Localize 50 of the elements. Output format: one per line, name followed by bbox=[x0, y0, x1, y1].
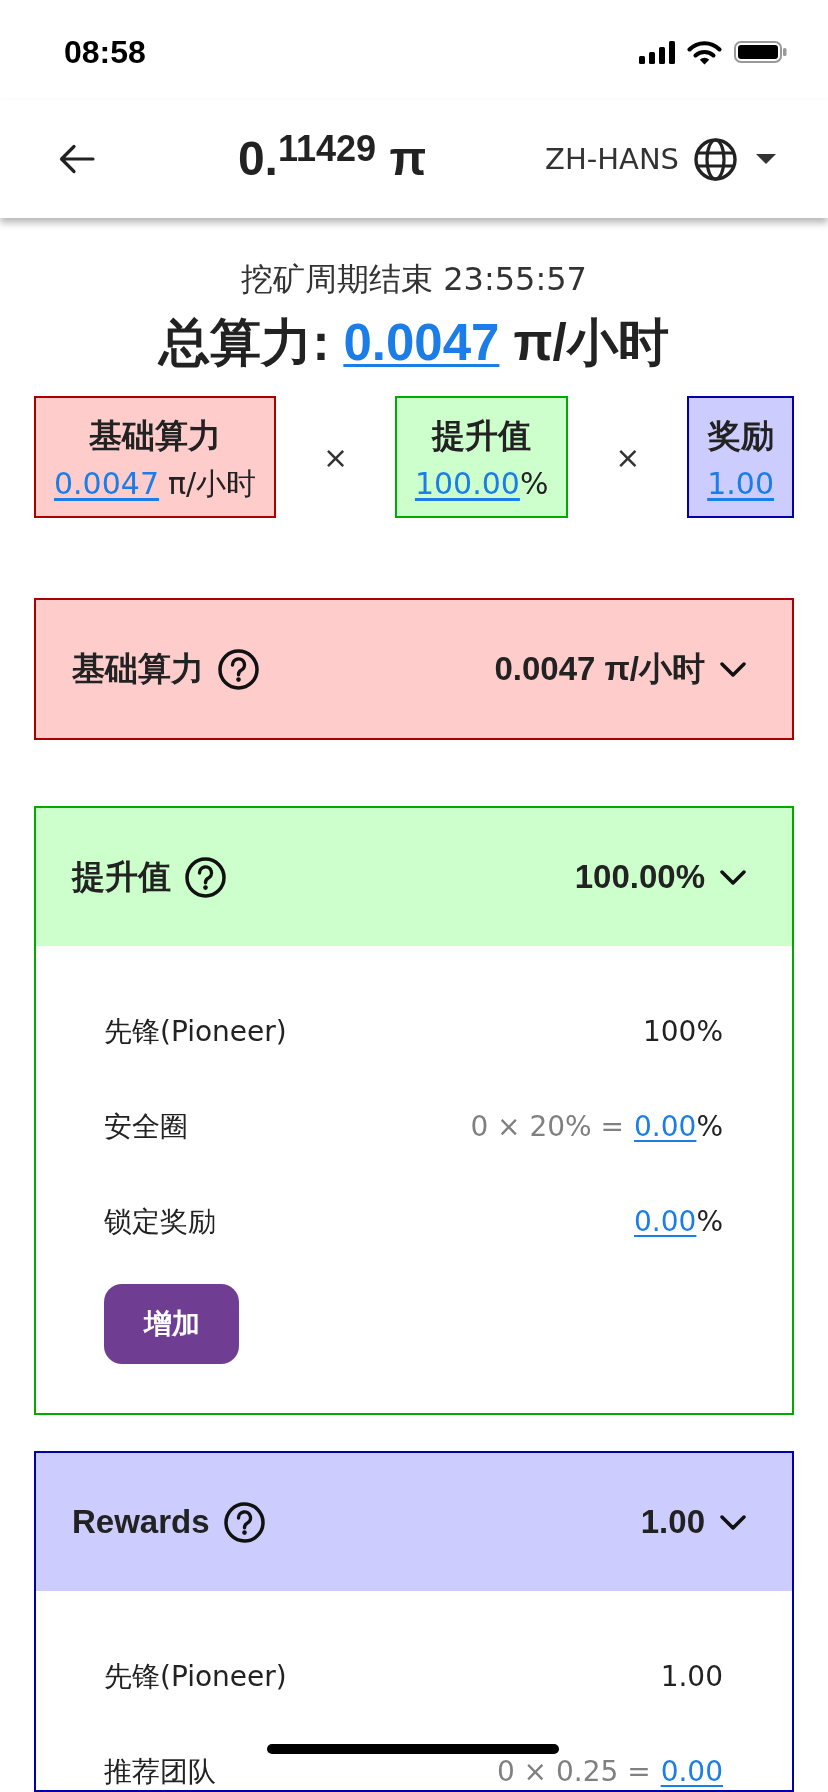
unit-text: π/小时 bbox=[513, 313, 669, 373]
wifi-icon bbox=[687, 39, 722, 65]
value-link[interactable]: 0.0047 bbox=[54, 466, 159, 501]
panel-value: 1.00 bbox=[640, 1502, 705, 1542]
panel-value: 100.00% bbox=[574, 857, 705, 897]
panel-title: Rewards bbox=[72, 1502, 210, 1542]
factor-label: 提升值 bbox=[430, 416, 533, 456]
row-label: 先锋(Pioneer) bbox=[104, 1661, 287, 1692]
language-selector[interactable]: ZH-HANS bbox=[545, 137, 776, 181]
add-button[interactable]: 增加 bbox=[104, 1284, 239, 1364]
factor-label: 奖励 bbox=[707, 416, 774, 456]
chevron-down-icon[interactable] bbox=[720, 869, 746, 885]
row-label: 先锋(Pioneer) bbox=[104, 1016, 287, 1047]
value-link[interactable]: 100.00 bbox=[414, 466, 520, 501]
unit-text: % bbox=[519, 466, 549, 501]
panel-value: 0.0047 π/小时 bbox=[494, 649, 705, 689]
caret-down-icon[interactable] bbox=[756, 154, 776, 164]
unit-text: % bbox=[696, 1205, 723, 1238]
formula-text: 0 × 0.25 = bbox=[496, 1755, 651, 1788]
multiply-sign: × bbox=[322, 439, 349, 475]
unit-text: % bbox=[696, 1110, 723, 1143]
row-label: 安全圈 bbox=[104, 1111, 188, 1142]
chevron-down-icon[interactable] bbox=[720, 661, 746, 677]
unit-text: π/小时 bbox=[168, 466, 257, 501]
help-icon[interactable] bbox=[223, 1501, 265, 1543]
row-value: 100% bbox=[642, 1015, 723, 1048]
row-label: 锁定奖励 bbox=[104, 1206, 216, 1237]
formula-text: 0 × 20% = bbox=[470, 1110, 625, 1143]
panel-title: 提升值 bbox=[72, 857, 171, 897]
signal-icon bbox=[639, 40, 675, 64]
factor-label: 基础算力 bbox=[88, 416, 223, 456]
value-link[interactable]: 0.00 bbox=[634, 1110, 697, 1143]
globe-icon bbox=[694, 137, 737, 181]
total-value-link[interactable]: 0.0047 bbox=[343, 313, 500, 373]
balance-text: 0.$^{11429}$ π bbox=[237, 129, 427, 187]
row-value: 1.00 bbox=[660, 1660, 723, 1693]
countdown-text: 挖矿周期结束 23:55:57 bbox=[240, 259, 588, 299]
row-label: 推荐团队 bbox=[104, 1756, 216, 1787]
help-icon[interactable] bbox=[218, 648, 259, 690]
value-link[interactable]: 1.00 bbox=[707, 466, 774, 501]
battery-icon bbox=[734, 41, 787, 63]
status-time: 08:58 bbox=[64, 33, 146, 71]
value-link[interactable]: 0.00 bbox=[660, 1755, 723, 1788]
multiply-sign: × bbox=[615, 439, 641, 475]
help-icon[interactable] bbox=[185, 856, 226, 898]
panel-title: 基础算力 bbox=[72, 649, 204, 689]
total-label: 总算力: bbox=[159, 313, 330, 373]
chevron-down-icon[interactable] bbox=[720, 1514, 746, 1530]
back-arrow-icon[interactable] bbox=[59, 144, 95, 174]
value-link[interactable]: 0.00 bbox=[634, 1205, 697, 1238]
